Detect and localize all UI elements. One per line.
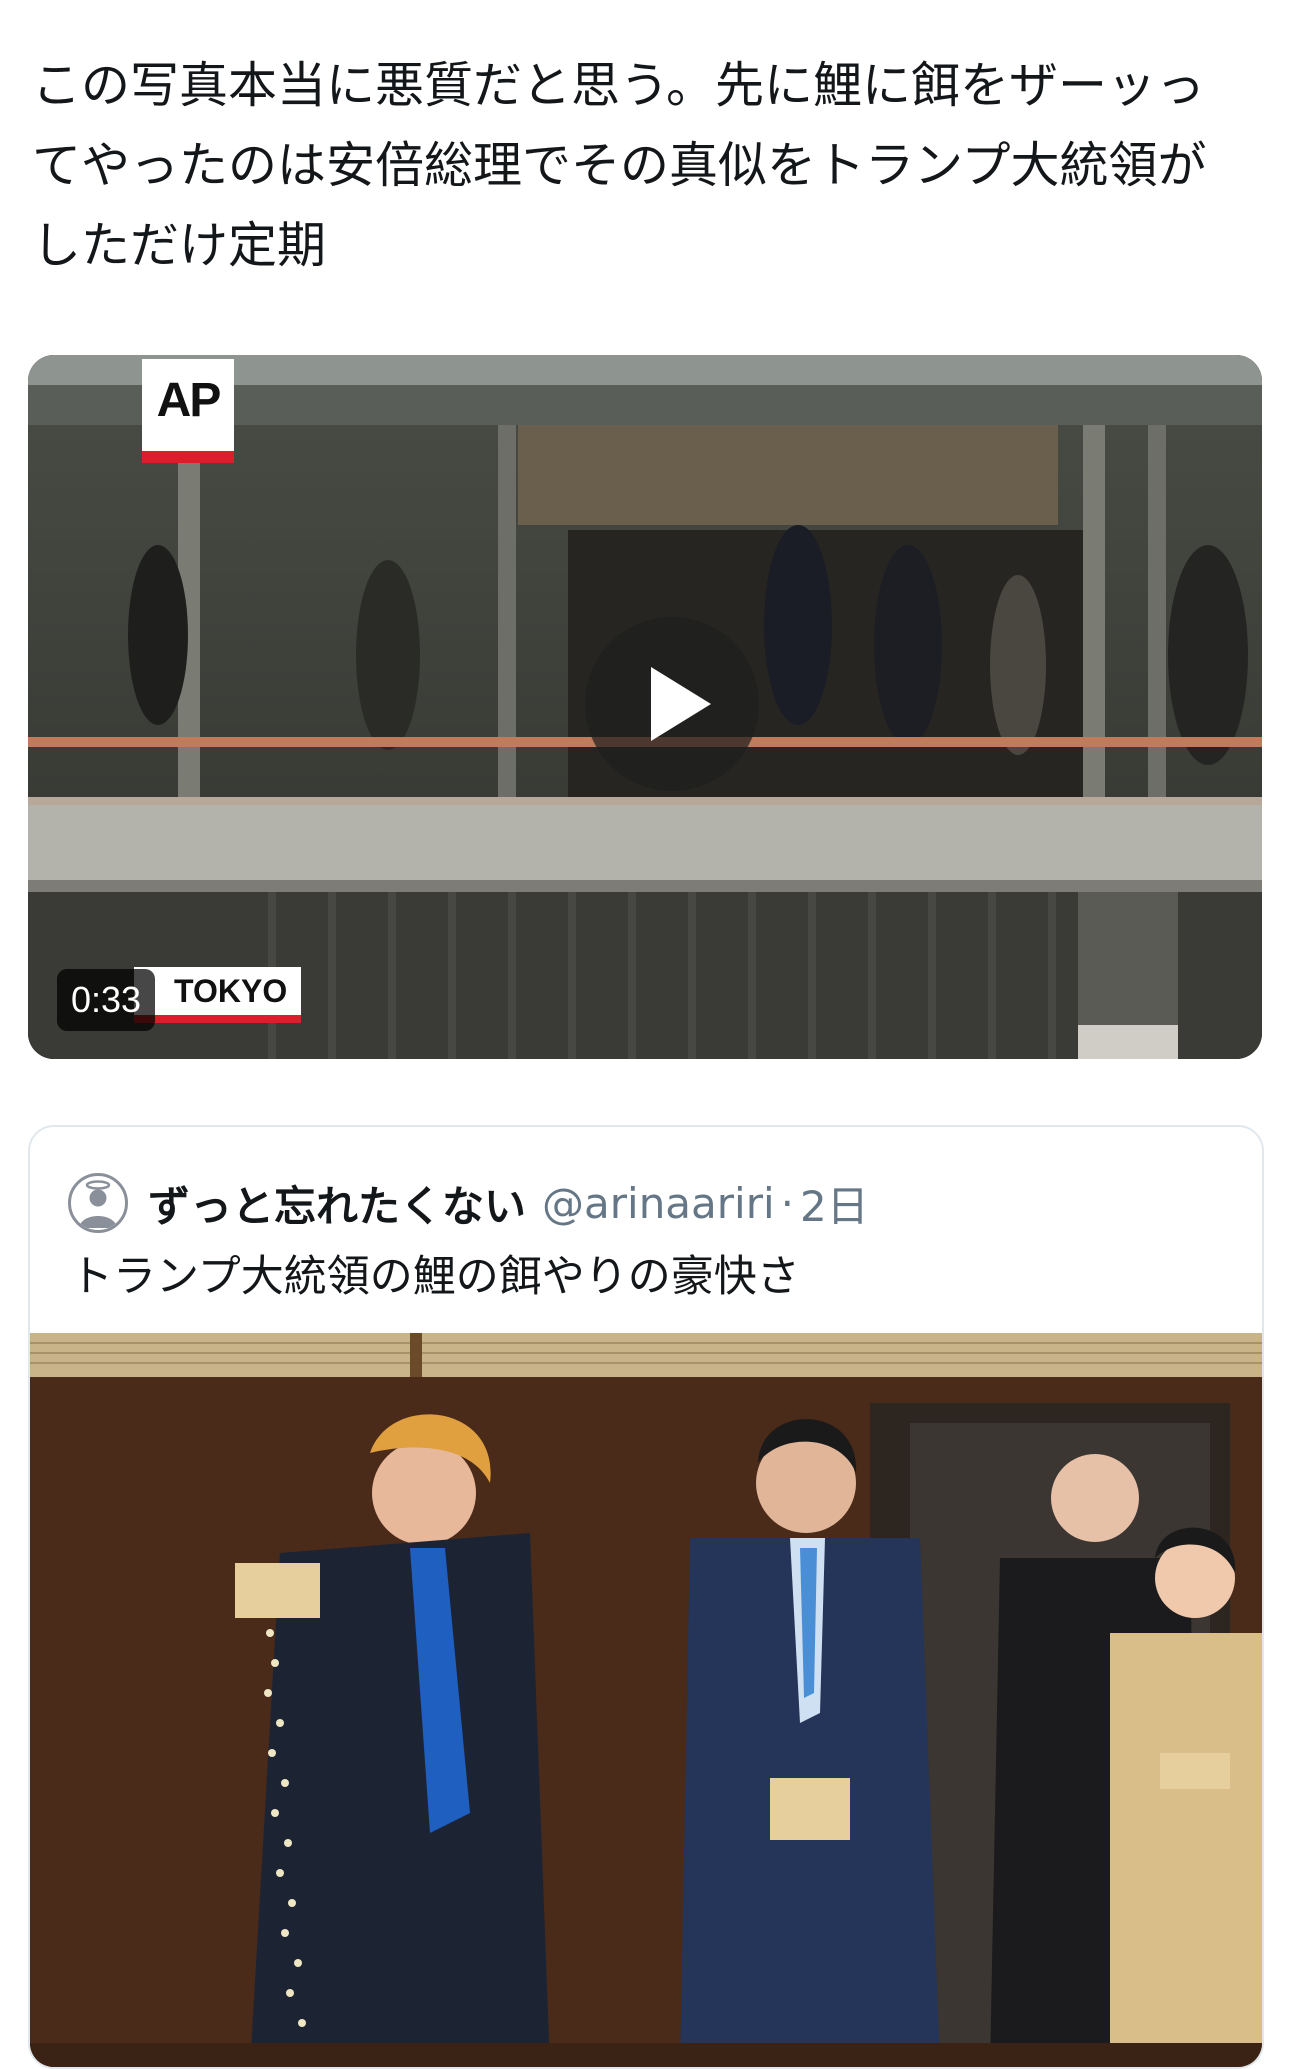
play-button[interactable] xyxy=(585,617,759,791)
video-duration: 0:33 xyxy=(57,969,156,1031)
location-caption: TOKYO xyxy=(134,967,302,1023)
quoted-tweet-photo[interactable] xyxy=(30,1333,1262,2067)
tweet-text: この写真本当に悪質だと思う。先に鯉に餌をザーッっ てやったのは安倍総理でその真似… xyxy=(32,57,1207,274)
ap-logo: AP xyxy=(142,359,234,463)
quoted-tweet-card[interactable]: ずっと忘れたくない @arinaariri · 2日 トランプ大統領の鯉の餌やり… xyxy=(28,1125,1264,2069)
quoted-tweet-header: ずっと忘れたくない @arinaariri · 2日 xyxy=(68,1167,869,1239)
header-separator: · xyxy=(780,1178,795,1228)
quoted-photo-image xyxy=(30,1333,1262,2067)
quoted-author-handle[interactable]: @arinaariri xyxy=(542,1179,775,1228)
quoted-tweet-text: トランプ大統領の鯉の餌やりの豪快さ xyxy=(70,1252,800,1302)
default-avatar-icon[interactable] xyxy=(68,1173,128,1233)
video-player[interactable]: AP TOKYO 0:33 xyxy=(28,355,1262,1059)
play-icon xyxy=(651,667,711,741)
quoted-author-name[interactable]: ずっと忘れたくない xyxy=(148,1173,526,1234)
quoted-tweet-date[interactable]: 2日 xyxy=(800,1173,869,1234)
